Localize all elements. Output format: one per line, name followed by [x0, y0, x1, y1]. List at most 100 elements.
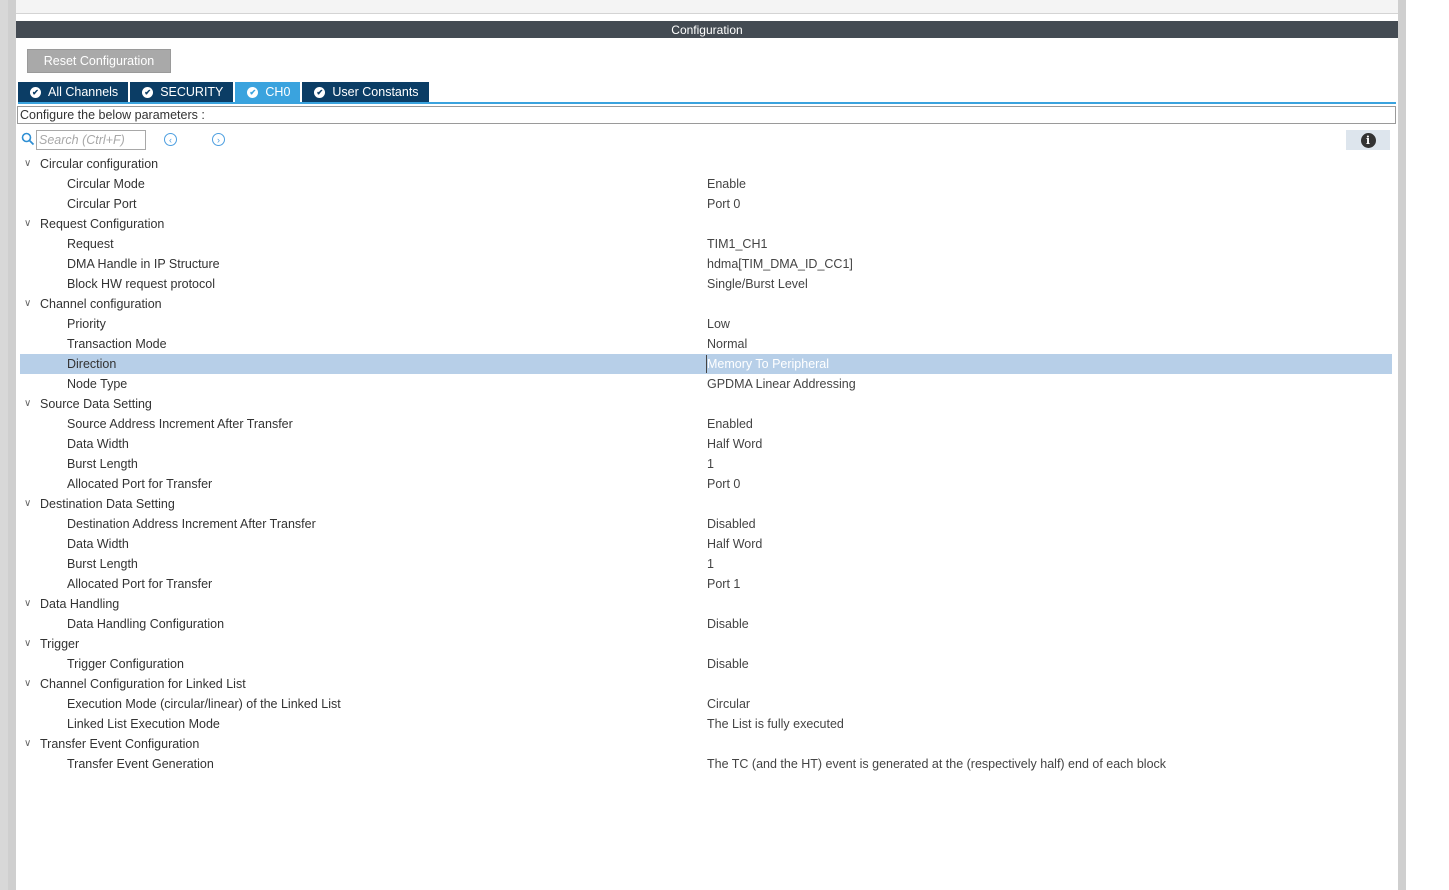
tab-user-constants[interactable]: ✔ User Constants	[302, 82, 429, 102]
group-label: Circular configuration	[40, 157, 159, 171]
right-border	[1398, 0, 1406, 890]
parameter-row[interactable]: Data Width Half Word	[20, 534, 1392, 554]
tab-label: All Channels	[48, 85, 119, 99]
parameter-row[interactable]: Allocated Port for Transfer Port 0	[20, 474, 1392, 494]
parameter-row[interactable]: Direction Memory To Peripheral	[20, 354, 1392, 374]
tree-group-row[interactable]: ∨ Request Configuration	[20, 214, 1392, 234]
chevron-down-icon[interactable]: ∨	[24, 494, 34, 514]
parameter-value[interactable]: Half Word	[707, 434, 762, 454]
parameter-row[interactable]: Trigger Configuration Disable	[20, 654, 1392, 674]
parameter-value[interactable]: Enable	[707, 174, 746, 194]
chevron-down-icon[interactable]: ∨	[24, 734, 34, 754]
tree-group-row[interactable]: ∨ Trigger	[20, 634, 1392, 654]
parameter-row[interactable]: Source Address Increment After Transfer E…	[20, 414, 1392, 434]
parameter-value[interactable]: Normal	[707, 334, 747, 354]
parameter-row[interactable]: Destination Address Increment After Tran…	[20, 514, 1392, 534]
parameter-value[interactable]: Low	[707, 314, 730, 334]
parameter-row[interactable]: Node Type GPDMA Linear Addressing	[20, 374, 1392, 394]
parameter-row[interactable]: Circular Port Port 0	[20, 194, 1392, 214]
chevron-down-icon[interactable]: ∨	[24, 634, 34, 654]
tab-label: SECURITY	[160, 85, 224, 99]
chevron-down-icon[interactable]: ∨	[24, 674, 34, 694]
chevron-down-icon[interactable]: ∨	[24, 294, 34, 314]
search-input[interactable]	[36, 130, 146, 150]
parameter-row[interactable]: Request TIM1_CH1	[20, 234, 1392, 254]
check-circle-icon: ✔	[30, 86, 41, 98]
tree-group-row[interactable]: ∨ Destination Data Setting	[20, 494, 1392, 514]
info-icon: i	[1360, 132, 1376, 148]
parameter-name: Transfer Event Generation	[67, 757, 214, 771]
parameter-value[interactable]: Single/Burst Level	[707, 274, 808, 294]
parameter-row[interactable]: Block HW request protocol Single/Burst Le…	[20, 274, 1392, 294]
parameter-row[interactable]: Linked List Execution Mode The List is fu…	[20, 714, 1392, 734]
parameter-value[interactable]: Disable	[707, 654, 749, 674]
left-border	[8, 0, 16, 890]
parameter-name: Priority	[67, 317, 106, 331]
parameter-value[interactable]: Disable	[707, 614, 749, 634]
tree-group-row[interactable]: ∨ Channel Configuration for Linked List	[20, 674, 1392, 694]
parameter-name: DMA Handle in IP Structure	[67, 257, 220, 271]
parameter-row[interactable]: Execution Mode (circular/linear) of the …	[20, 694, 1392, 714]
parameter-value[interactable]: Port 0	[707, 194, 740, 214]
parameter-value[interactable]: The TC (and the HT) event is generated a…	[707, 754, 1166, 774]
parameter-name: Request	[67, 237, 114, 251]
parameter-row[interactable]: Transaction Mode Normal	[20, 334, 1392, 354]
chevron-down-icon[interactable]: ∨	[24, 214, 34, 234]
parameter-value[interactable]: Enabled	[707, 414, 753, 434]
chevron-down-icon[interactable]: ∨	[24, 154, 34, 174]
tree-group-row[interactable]: ∨ Circular configuration	[20, 154, 1392, 174]
left-edge	[0, 0, 8, 890]
chevron-down-icon[interactable]: ∨	[24, 394, 34, 414]
parameter-value[interactable]: Port 1	[707, 574, 740, 594]
parameter-value[interactable]: hdma[TIM_DMA_ID_CC1]	[707, 254, 853, 274]
tab-ch0[interactable]: ✔ CH0	[235, 82, 301, 102]
previous-match-icon[interactable]: ‹	[164, 133, 177, 146]
info-button[interactable]: i	[1346, 130, 1390, 150]
next-match-icon[interactable]: ›	[212, 133, 225, 146]
right-margin	[1406, 0, 1449, 890]
parameter-name: Linked List Execution Mode	[67, 717, 220, 731]
parameter-row[interactable]: DMA Handle in IP Structure hdma[TIM_DMA_I…	[20, 254, 1392, 274]
parameter-value[interactable]: 1	[707, 554, 714, 574]
tab-all-channels[interactable]: ✔ All Channels	[18, 82, 129, 102]
tab-security[interactable]: ✔ SECURITY	[130, 82, 234, 102]
parameter-row[interactable]: Circular Mode Enable	[20, 174, 1392, 194]
group-label: Destination Data Setting	[40, 497, 175, 511]
parameter-value[interactable]: TIM1_CH1	[707, 234, 767, 254]
check-circle-icon: ✔	[247, 86, 259, 98]
parameter-name: Burst Length	[67, 457, 138, 471]
parameter-name: Circular Port	[67, 197, 137, 211]
parameter-value[interactable]: The List is fully executed	[707, 714, 844, 734]
parameter-value[interactable]: Half Word	[707, 534, 762, 554]
parameter-row[interactable]: Data Width Half Word	[20, 434, 1392, 454]
top-strip	[16, 0, 1398, 14]
parameter-row[interactable]: Data Handling Configuration Disable	[20, 614, 1392, 634]
group-label: Trigger	[40, 637, 80, 651]
parameter-row[interactable]: Allocated Port for Transfer Port 1	[20, 574, 1392, 594]
parameters-hint: Configure the below parameters :	[17, 106, 1396, 124]
parameter-value[interactable]: Port 0	[707, 474, 740, 494]
reset-configuration-button[interactable]: Reset Configuration	[27, 49, 171, 73]
parameter-name: Data Handling Configuration	[67, 617, 225, 631]
parameter-value[interactable]: Memory To Peripheral	[705, 354, 829, 374]
parameter-value[interactable]: Circular	[707, 694, 750, 714]
parameter-value[interactable]: Disabled	[707, 514, 756, 534]
tree-group-row[interactable]: ∨ Data Handling	[20, 594, 1392, 614]
parameter-row[interactable]: Burst Length 1	[20, 454, 1392, 474]
parameter-row[interactable]: Priority Low	[20, 314, 1392, 334]
tab-underline	[18, 102, 1396, 104]
configuration-title: Configuration	[671, 22, 743, 37]
parameter-value[interactable]: GPDMA Linear Addressing	[707, 374, 856, 394]
parameter-name: Node Type	[67, 377, 128, 391]
parameter-name: Allocated Port for Transfer	[67, 577, 213, 591]
chevron-down-icon[interactable]: ∨	[24, 594, 34, 614]
tree-group-row[interactable]: ∨ Source Data Setting	[20, 394, 1392, 414]
tree-group-row[interactable]: ∨ Channel configuration	[20, 294, 1392, 314]
check-circle-icon: ✔	[314, 86, 326, 98]
tree-group-row[interactable]: ∨ Transfer Event Configuration	[20, 734, 1392, 754]
parameter-row[interactable]: Burst Length 1	[20, 554, 1392, 574]
parameter-value[interactable]: 1	[707, 454, 714, 474]
parameter-name: Execution Mode (circular/linear) of the …	[67, 697, 341, 711]
parameter-row[interactable]: Transfer Event Generation The TC (and the…	[20, 754, 1392, 774]
parameter-name: Trigger Configuration	[67, 657, 184, 671]
